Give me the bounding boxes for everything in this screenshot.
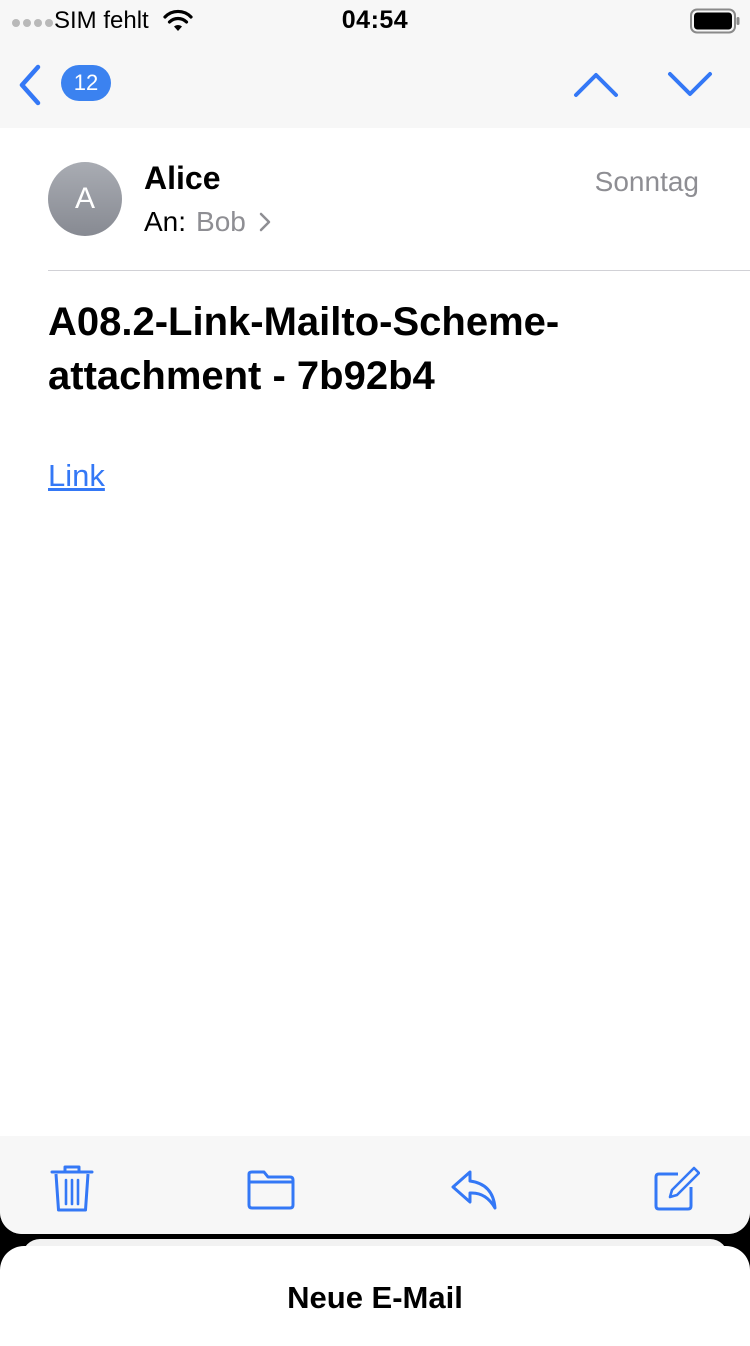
back-button[interactable] <box>14 62 46 108</box>
to-label: An: <box>144 206 187 237</box>
status-bar: SIM fehlt 04:54 <box>0 0 750 44</box>
reply-icon <box>451 1170 497 1210</box>
chevron-right-icon <box>259 212 271 232</box>
clock: 04:54 <box>341 6 409 34</box>
message-content: A Alice An: Bob Sonntag A08.2-Link-Mailt… <box>0 128 750 1136</box>
unread-count-badge[interactable]: 12 <box>61 65 111 101</box>
chevron-left-icon <box>19 64 41 106</box>
navigation-bar: 12 <box>0 44 750 128</box>
header-divider <box>48 270 750 271</box>
folder-icon <box>247 1170 295 1210</box>
sender-avatar[interactable]: A <box>48 162 122 236</box>
draft-sheet-title[interactable]: Neue E-Mail <box>0 1280 750 1316</box>
bottom-toolbar <box>0 1136 750 1234</box>
trash-icon <box>50 1165 94 1212</box>
chevron-down-icon <box>668 72 712 96</box>
reply-button[interactable] <box>450 1162 498 1214</box>
recipient-row[interactable]: An: Bob <box>144 206 272 238</box>
recipient-name: Bob <box>196 206 246 237</box>
compose-icon <box>654 1166 701 1211</box>
compose-button[interactable] <box>652 1162 701 1214</box>
sender-name[interactable]: Alice <box>144 160 220 197</box>
next-message-button[interactable] <box>666 68 714 100</box>
mail-screen: SIM fehlt 04:54 12 A Alice An: Bob Sonnt… <box>0 0 750 1234</box>
chevron-up-icon <box>574 73 618 97</box>
previous-message-button[interactable] <box>572 68 620 100</box>
battery-icon <box>690 8 740 34</box>
message-subject: A08.2-Link-Mailto-Scheme-attachment - 7b… <box>48 300 560 398</box>
delete-button[interactable] <box>48 1162 96 1214</box>
body-link[interactable]: Link <box>48 458 105 494</box>
move-to-folder-button[interactable] <box>246 1162 296 1214</box>
message-date: Sonntag <box>594 166 699 197</box>
